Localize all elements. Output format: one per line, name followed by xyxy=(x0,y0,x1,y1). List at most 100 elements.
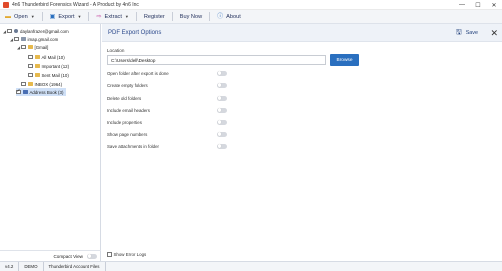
option-label: Include email headers xyxy=(107,107,150,113)
export-menu[interactable]: ▣ Export ▼ xyxy=(45,10,87,24)
export-menu-label: Export xyxy=(58,13,75,20)
tree-item-important[interactable]: Important (12) xyxy=(28,62,69,70)
menu-bar: ▬ Open ▼ ▣ Export ▼ ⇨ Extract ▼ Register… xyxy=(0,10,502,24)
maximize-button[interactable]: ☐ xyxy=(470,0,486,10)
option-label: Include properties xyxy=(107,119,142,125)
option-label: Show page numbers xyxy=(107,131,148,137)
menu-divider xyxy=(88,12,90,21)
tree-item-server[interactable]: ◢ imap.gmail.com xyxy=(9,35,58,43)
tree-item-label: Address Book (3) xyxy=(29,89,64,95)
title-bar: 4n6 Thunderbird Forensics Wizard - A Pro… xyxy=(0,0,502,10)
tree-checkbox[interactable] xyxy=(28,54,33,60)
user-icon xyxy=(13,28,18,34)
tree-checkbox[interactable] xyxy=(14,36,19,42)
option-open-folder: Open folder after export is done xyxy=(107,69,227,77)
tree-item-label: All Mail (10) xyxy=(41,54,65,60)
compact-view-toggle[interactable] xyxy=(87,253,97,259)
panel-title: PDF Export Options xyxy=(108,29,162,36)
tree-item-label: [Gmail] xyxy=(34,44,49,50)
option-toggle[interactable] xyxy=(217,70,227,76)
tree-checkbox[interactable] xyxy=(21,44,26,50)
extract-menu[interactable]: ⇨ Extract ▼ xyxy=(91,10,133,24)
show-error-logs-checkbox[interactable] xyxy=(107,252,112,257)
license-mode-label: DEMO xyxy=(19,261,44,271)
folder-icon xyxy=(27,45,33,49)
tree-item-gmail[interactable]: ◢ [Gmail] xyxy=(16,43,48,51)
folder-tree-panel: ◢ daylanfrazer@gmail.com ◢ imap.gmail.co… xyxy=(0,24,101,261)
option-toggle[interactable] xyxy=(217,95,227,101)
tree-item-all-mail[interactable]: All Mail (10) xyxy=(28,53,65,61)
export-icon: ▣ xyxy=(49,13,56,20)
browse-button[interactable]: Browse xyxy=(330,54,359,66)
window-controls: — ☐ ✕ xyxy=(454,0,502,10)
register-menu[interactable]: Register xyxy=(139,10,170,24)
option-label: Delete old folders xyxy=(107,95,142,101)
show-error-logs-label: Show Error Logs xyxy=(113,252,147,257)
minimize-button[interactable]: — xyxy=(454,0,470,10)
close-window-button[interactable]: ✕ xyxy=(486,0,502,10)
tree-checkbox[interactable] xyxy=(28,72,33,78)
tree-item-address-book[interactable]: Address Book (3) xyxy=(16,88,67,96)
address-book-icon xyxy=(22,90,28,94)
tree-checkbox-checked[interactable] xyxy=(16,88,21,95)
folder-icon xyxy=(27,82,33,86)
option-save-attachments: Save attachments in folder xyxy=(107,142,227,150)
extract-menu-label: Extract xyxy=(104,13,122,20)
source-label: Thunderbird Account Files xyxy=(44,261,106,271)
buy-now-menu[interactable]: Buy Now xyxy=(175,10,207,24)
tree-checkbox[interactable] xyxy=(21,81,26,87)
extract-icon: ⇨ xyxy=(96,13,102,20)
tree-item-sent-mail[interactable]: Sent Mail (10) xyxy=(28,71,69,79)
register-menu-label: Register xyxy=(143,13,165,20)
option-label: Save attachments in folder xyxy=(107,143,159,149)
chevron-down-icon: ▼ xyxy=(124,14,129,19)
option-create-empty-folders: Create empty folders xyxy=(107,81,227,89)
option-toggle[interactable] xyxy=(217,119,227,125)
location-label: Location xyxy=(107,48,125,53)
compact-view-label: Compact View xyxy=(53,253,83,259)
chevron-down-icon: ▼ xyxy=(77,14,82,19)
about-menu[interactable]: ⓘ About xyxy=(212,10,246,24)
location-input[interactable]: C:\Users\dell\Desktop xyxy=(107,55,326,65)
tree-item-label: Important (12) xyxy=(41,63,70,69)
buy-now-menu-label: Buy Now xyxy=(179,13,203,20)
menu-divider xyxy=(41,12,43,21)
show-error-logs-row[interactable]: Show Error Logs xyxy=(107,252,146,257)
tree-item-label: INBOX (1964) xyxy=(34,81,63,87)
server-icon xyxy=(20,37,26,41)
tree-item-label: Sent Mail (10) xyxy=(41,72,69,78)
app-logo-icon xyxy=(3,1,9,8)
compact-view-toggle-row: Compact View xyxy=(0,250,101,261)
tree-item-label: imap.gmail.com xyxy=(27,36,59,42)
option-label: Create empty folders xyxy=(107,82,148,88)
option-include-properties: Include properties xyxy=(107,118,227,126)
folder-icon xyxy=(34,55,40,59)
menu-divider xyxy=(171,12,173,21)
folder-icon xyxy=(34,73,40,77)
tree-item-inbox[interactable]: INBOX (1964) xyxy=(21,80,62,88)
folder-open-icon: ▬ xyxy=(5,13,11,20)
option-delete-old-folders: Delete old folders xyxy=(107,94,227,102)
tree-checkbox[interactable] xyxy=(28,63,33,69)
window-title: 4n6 Thunderbird Forensics Wizard - A Pro… xyxy=(12,1,139,8)
about-menu-label: About xyxy=(226,13,241,20)
option-toggle[interactable] xyxy=(217,143,227,149)
pdf-export-panel: PDF Export Options 🖫 Save ✕ Location C:\… xyxy=(102,24,502,261)
option-toggle[interactable] xyxy=(217,107,227,113)
pdf-export-header: PDF Export Options 🖫 Save ✕ xyxy=(102,24,502,42)
info-icon: ⓘ xyxy=(217,13,224,20)
option-toggle[interactable] xyxy=(217,82,227,88)
open-menu[interactable]: ▬ Open ▼ xyxy=(0,10,40,24)
option-toggle[interactable] xyxy=(217,131,227,137)
close-panel-icon[interactable]: ✕ xyxy=(490,27,498,39)
menu-divider xyxy=(135,12,137,21)
tree-checkbox[interactable] xyxy=(7,28,12,34)
folder-icon xyxy=(34,64,40,68)
save-button[interactable]: 🖫 Save xyxy=(456,24,478,42)
option-show-page-numbers: Show page numbers xyxy=(107,130,227,138)
save-label: Save xyxy=(465,30,478,36)
tree-item-account[interactable]: ◢ daylanfrazer@gmail.com xyxy=(2,27,69,35)
option-label: Open folder after export is done xyxy=(107,70,169,76)
open-menu-label: Open xyxy=(14,13,28,20)
chevron-down-icon: ▼ xyxy=(30,14,35,19)
